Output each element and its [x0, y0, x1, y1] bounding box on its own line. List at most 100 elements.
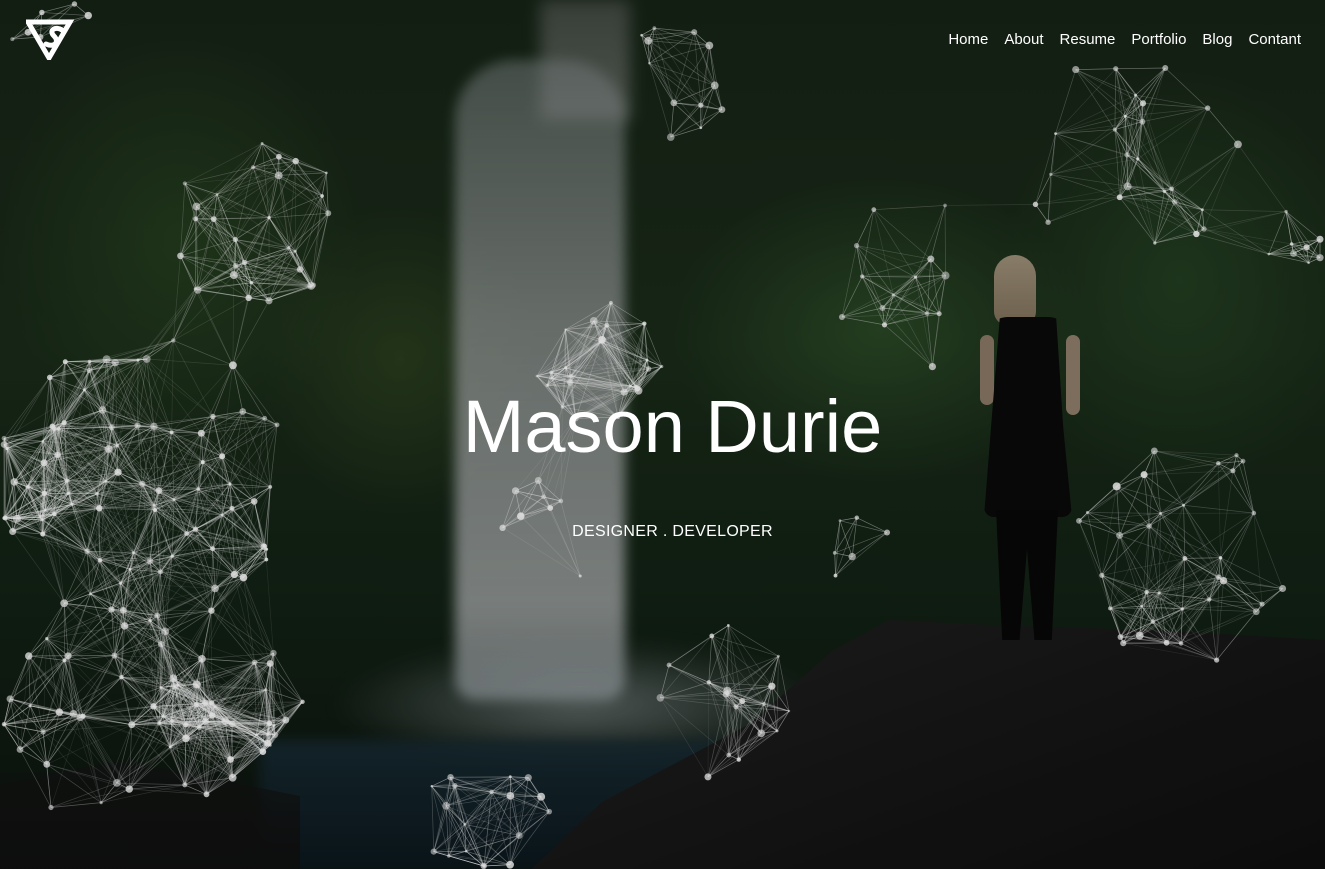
network-dot [183, 722, 189, 728]
network-dot [452, 783, 458, 789]
network-line [1237, 144, 1287, 212]
network-line [862, 276, 894, 296]
network-line [431, 786, 435, 852]
network-line [137, 340, 174, 361]
hero-tagline: DESIGNER . DEVELOPER [572, 523, 773, 540]
network-line [1087, 512, 1161, 514]
network-line [211, 610, 274, 654]
network-line [670, 102, 675, 138]
network-line [1050, 174, 1128, 187]
nav-blog[interactable]: Blog [1202, 30, 1232, 50]
network-dot [1112, 482, 1121, 491]
network-dot [480, 862, 487, 869]
network-line [1115, 68, 1126, 117]
network-line [201, 652, 274, 660]
network-dot [142, 355, 151, 363]
network-dot [1214, 657, 1220, 663]
network-dot [282, 716, 290, 724]
network-line [180, 218, 196, 257]
network-line [515, 490, 522, 517]
network-line [30, 705, 74, 715]
network-line [856, 245, 916, 278]
network-line [873, 209, 932, 260]
network-line [709, 45, 723, 110]
network-line [834, 552, 836, 576]
network-dot [192, 202, 201, 211]
network-dot [37, 515, 42, 520]
network-dot [198, 655, 206, 663]
network-line [101, 784, 185, 803]
network-dot [293, 249, 297, 253]
network-dot [111, 359, 119, 367]
network-dot [1316, 254, 1324, 262]
network-line [295, 195, 323, 252]
network-dot [203, 791, 210, 798]
network-line [248, 285, 312, 299]
network-dot [506, 860, 514, 869]
network-dot [775, 729, 779, 733]
nav-about[interactable]: About [1004, 30, 1043, 50]
network-dot [832, 551, 837, 555]
network-dot [589, 316, 598, 325]
network-dot [549, 376, 553, 380]
network-dot [854, 243, 860, 249]
network-dot [660, 364, 664, 369]
network-dot [723, 686, 732, 695]
network-dot [1054, 132, 1057, 136]
network-line [73, 713, 118, 784]
network-dot [169, 674, 178, 683]
network-dot [645, 358, 649, 362]
network-dot [221, 717, 229, 725]
network-line [1075, 69, 1143, 122]
network-line [893, 294, 940, 315]
network-line [1202, 209, 1287, 212]
network-dot [62, 359, 68, 365]
network-dot [155, 487, 163, 495]
network-dot [546, 808, 553, 815]
network-dot [46, 374, 53, 381]
network-line [4, 723, 44, 733]
network-dot [128, 568, 132, 571]
network-dot [125, 785, 133, 793]
network-line [1126, 154, 1172, 190]
network-line [835, 556, 853, 576]
network-line [243, 577, 274, 654]
network-line [197, 289, 249, 299]
network-line [1035, 196, 1120, 205]
network-dot [833, 573, 838, 578]
network-dot [40, 729, 46, 735]
nav-contact[interactable]: Contant [1248, 30, 1301, 50]
network-dot [196, 487, 201, 491]
network-dot [564, 328, 567, 331]
network-dot [86, 367, 92, 374]
network-dot [891, 293, 895, 297]
network-dot [1178, 641, 1184, 646]
network-line [483, 864, 511, 867]
nav-resume[interactable]: Resume [1060, 30, 1116, 50]
vs-triangle-logo-icon[interactable] [23, 18, 76, 63]
network-line [146, 288, 196, 360]
network-dot [232, 236, 238, 243]
nav-home[interactable]: Home [948, 30, 988, 50]
network-line [1143, 474, 1150, 527]
network-line [841, 294, 894, 318]
network-dot [270, 649, 277, 657]
network-line [1075, 67, 1166, 70]
network-dot [1193, 230, 1200, 238]
network-dot [598, 336, 606, 344]
network-line [1035, 174, 1052, 205]
network-dot [97, 557, 103, 563]
network-dot [1163, 639, 1170, 646]
network-dot [70, 502, 74, 506]
network-dot [1049, 172, 1053, 176]
network-dot [40, 518, 44, 522]
nav-portfolio[interactable]: Portfolio [1131, 30, 1186, 50]
network-dot [913, 275, 918, 279]
network-dot [228, 482, 232, 486]
network-dot [148, 618, 152, 623]
network-dot [157, 640, 165, 648]
network-dot [652, 26, 657, 31]
network-line [106, 340, 174, 360]
network-dot [1108, 606, 1113, 611]
network-dot [120, 622, 129, 630]
